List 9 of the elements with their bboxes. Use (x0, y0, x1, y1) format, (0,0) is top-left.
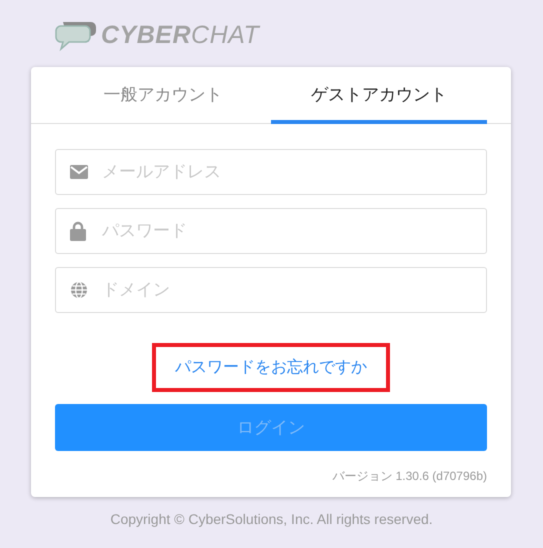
mail-icon (70, 165, 88, 179)
account-tab[interactable]: 一般アカウント (55, 67, 271, 124)
account-tab[interactable]: ゲストアカウント (271, 67, 487, 124)
version-text: バージョン 1.30.6 (d70796b) (331, 468, 487, 485)
copyright-text: Copyright © CyberSolutions, Inc. All rights reserved. (109, 511, 434, 527)
globe-icon (70, 281, 88, 299)
lock-icon (70, 221, 86, 241)
forgot-password-link[interactable]: パスワードをお忘れですか (152, 343, 390, 392)
logo-text: CYBERCHAT (101, 20, 260, 50)
